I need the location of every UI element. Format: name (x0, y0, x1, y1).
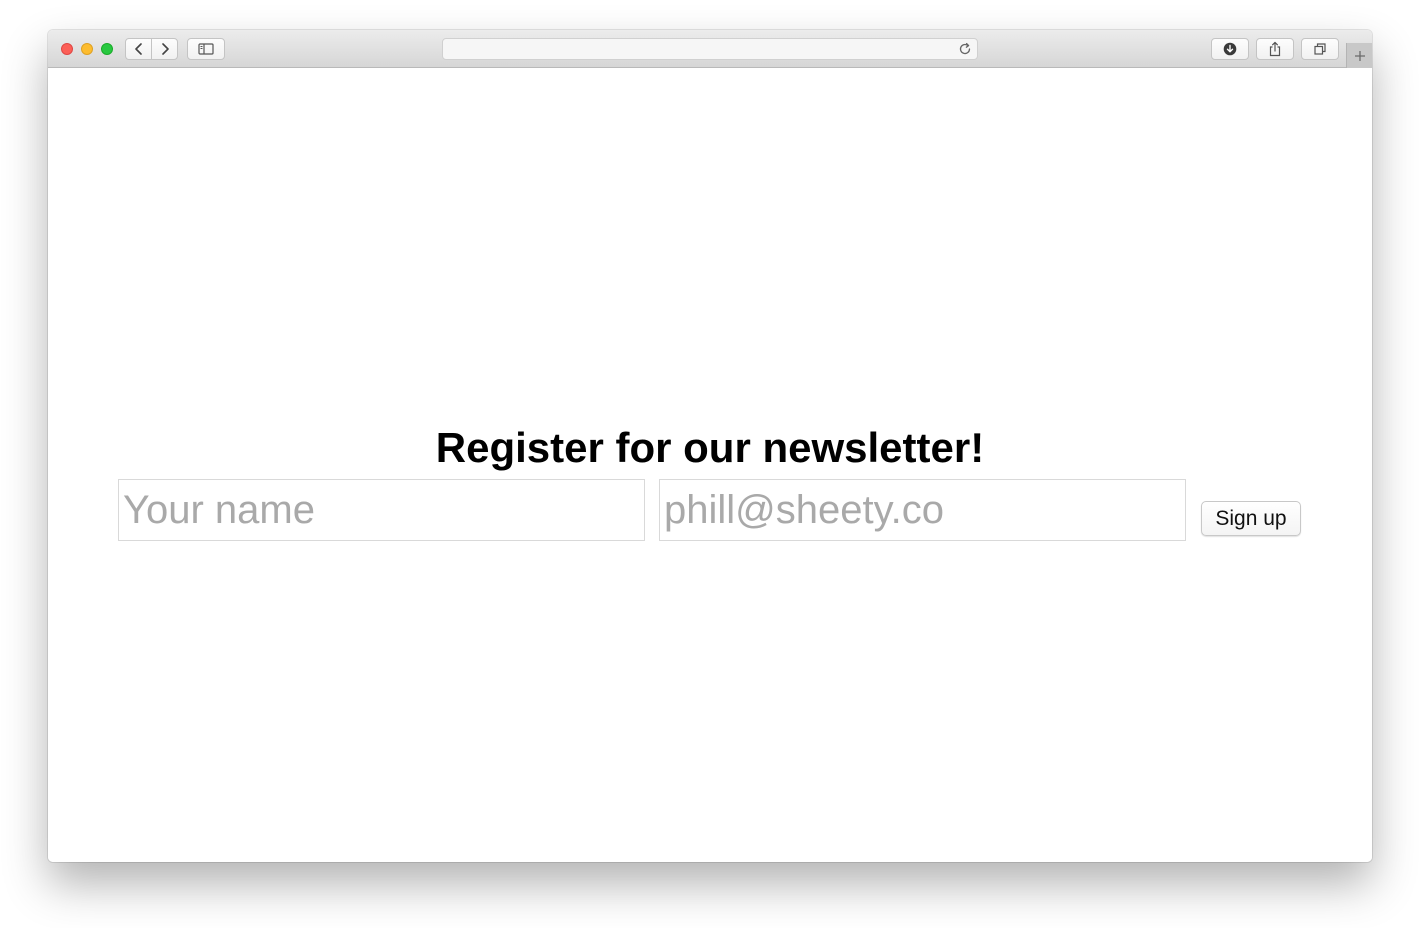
reload-icon[interactable] (958, 42, 972, 56)
back-button[interactable] (126, 39, 151, 59)
downloads-button[interactable] (1211, 38, 1249, 60)
share-icon (1269, 41, 1281, 57)
chevron-right-icon (161, 43, 169, 55)
address-bar[interactable] (442, 38, 978, 60)
download-icon (1223, 42, 1237, 56)
browser-toolbar (48, 30, 1372, 68)
share-button[interactable] (1256, 38, 1294, 60)
tabs-overview-button[interactable] (1301, 38, 1339, 60)
navigation-buttons (125, 38, 178, 60)
page-content: Register for our newsletter! Sign up (48, 68, 1372, 862)
tabs-overview-icon (1314, 43, 1326, 55)
sign-up-button[interactable]: Sign up (1201, 501, 1301, 536)
sidebar-button[interactable] (187, 38, 225, 60)
new-tab-button[interactable] (1346, 43, 1372, 68)
minimize-window-button[interactable] (81, 43, 93, 55)
browser-window: Register for our newsletter! Sign up (48, 30, 1372, 862)
page-title: Register for our newsletter! (435, 424, 985, 471)
chevron-left-icon (134, 43, 142, 55)
maximize-window-button[interactable] (101, 43, 113, 55)
email-input[interactable] (659, 479, 1186, 541)
name-input[interactable] (118, 479, 645, 541)
forward-button[interactable] (151, 39, 177, 59)
plus-icon (1354, 50, 1365, 61)
close-window-button[interactable] (61, 43, 73, 55)
sidebar-icon (198, 43, 214, 55)
